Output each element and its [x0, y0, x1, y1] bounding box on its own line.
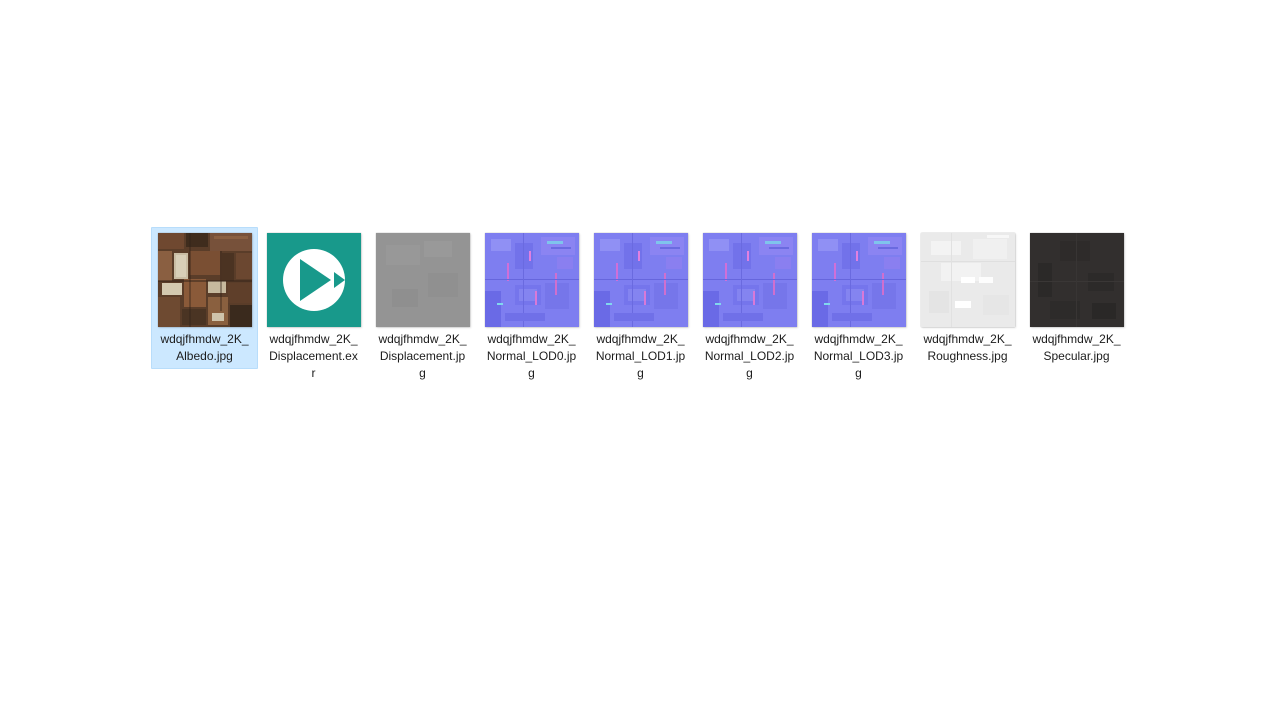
file-name-label: wdqjfhmdw_2K_Roughness.jpg	[923, 332, 1012, 363]
normal-map-thumbnail	[593, 233, 688, 327]
file-name-label: wdqjfhmdw_2K_Normal_LOD2.jpg	[704, 332, 795, 380]
file-item-normal-lod0[interactable]: wdqjfhmdw_2K_Normal_LOD0.jpg	[478, 227, 585, 386]
file-item-normal-lod2[interactable]: wdqjfhmdw_2K_Normal_LOD2.jpg	[696, 227, 803, 386]
specular-thumbnail	[1029, 233, 1124, 327]
file-item-normal-lod3[interactable]: wdqjfhmdw_2K_Normal_LOD3.jpg	[805, 227, 912, 386]
file-explorer-canvas: wdqjfhmdw_2K_Albedo.jpg wdqjfhmdw_2K_Dis…	[0, 0, 1280, 720]
file-item-albedo[interactable]: wdqjfhmdw_2K_Albedo.jpg	[151, 227, 258, 369]
file-name-label: wdqjfhmdw_2K_Normal_LOD1.jpg	[595, 332, 686, 380]
displacement-gray-thumbnail	[375, 233, 470, 327]
normal-map-thumbnail	[702, 233, 797, 327]
file-item-normal-lod1[interactable]: wdqjfhmdw_2K_Normal_LOD1.jpg	[587, 227, 694, 386]
file-item-roughness[interactable]: wdqjfhmdw_2K_Roughness.jpg	[914, 227, 1021, 369]
normal-map-thumbnail	[484, 233, 579, 327]
file-name-label: wdqjfhmdw_2K_Normal_LOD3.jpg	[813, 332, 904, 380]
file-name-label: wdqjfhmdw_2K_Displacement.jpg	[378, 332, 467, 380]
file-name-label: wdqjfhmdw_2K_Displacement.exr	[269, 332, 358, 380]
file-grid: wdqjfhmdw_2K_Albedo.jpg wdqjfhmdw_2K_Dis…	[151, 227, 1130, 386]
file-name-label: wdqjfhmdw_2K_Specular.jpg	[1032, 332, 1121, 363]
exr-file-thumbnail	[266, 233, 361, 327]
albedo-wood-thumbnail	[157, 233, 252, 327]
roughness-thumbnail	[920, 233, 1015, 327]
file-item-displacement-exr[interactable]: wdqjfhmdw_2K_Displacement.exr	[260, 227, 367, 386]
file-item-specular[interactable]: wdqjfhmdw_2K_Specular.jpg	[1023, 227, 1130, 369]
normal-map-thumbnail	[811, 233, 906, 327]
file-name-label: wdqjfhmdw_2K_Albedo.jpg	[160, 332, 249, 363]
file-item-displacement-jpg[interactable]: wdqjfhmdw_2K_Displacement.jpg	[369, 227, 476, 386]
file-name-label: wdqjfhmdw_2K_Normal_LOD0.jpg	[486, 332, 577, 380]
